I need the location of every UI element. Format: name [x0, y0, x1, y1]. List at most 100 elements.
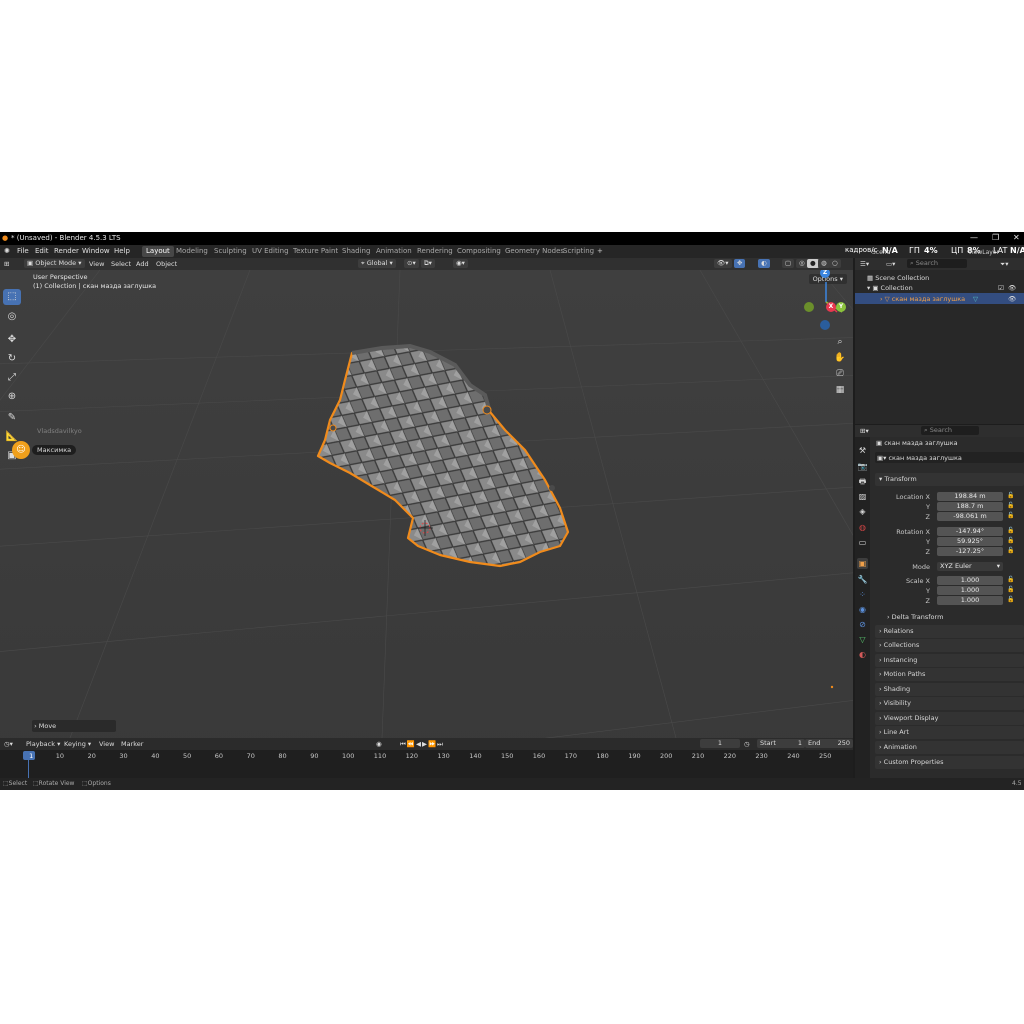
gizmo-neg-y-icon[interactable] — [804, 302, 814, 312]
pan-hand-icon[interactable]: ✋ — [834, 352, 846, 364]
section-viewport-display[interactable]: › Viewport Display — [875, 712, 1024, 725]
lock-rotation-x-icon[interactable]: 🔓 — [1007, 527, 1014, 534]
lock-scale-z-icon[interactable]: 🔓 — [1007, 596, 1014, 603]
section-shading[interactable]: › Shading — [875, 683, 1024, 696]
preview-range-icon[interactable]: ◷ — [744, 740, 750, 748]
outliner-filter-icon[interactable]: ▭▾ — [886, 260, 895, 268]
scale-z-field[interactable]: 1.000 — [937, 596, 1003, 605]
camera-view-icon[interactable]: ⎚ — [834, 368, 846, 380]
lock-scale-y-icon[interactable]: 🔓 — [1007, 586, 1014, 593]
view-layer-selector[interactable]: ViewLayer — [968, 249, 999, 256]
last-operator-panel[interactable]: › Move — [32, 720, 116, 732]
delta-transform-subpanel[interactable]: › Delta Transform — [887, 613, 943, 621]
3d-viewport[interactable]: User Perspective (1) Collection | скан м… — [0, 270, 853, 770]
auto-key-icon[interactable]: ◉ — [376, 740, 382, 748]
menu-select[interactable]: Select — [111, 260, 131, 268]
gizmo-toggle-icon[interactable]: ✥ — [734, 259, 746, 268]
outliner-search-input[interactable]: ⌕ Search — [907, 259, 967, 268]
physics-tab-icon[interactable]: ◉ — [857, 604, 868, 615]
lock-rotation-y-icon[interactable]: 🔓 — [1007, 537, 1014, 544]
tab-shading[interactable]: Shading — [342, 247, 370, 255]
annotate-tool-icon[interactable]: ✎ — [3, 410, 21, 426]
menu-render[interactable]: Render — [54, 247, 79, 255]
tab-sculpting[interactable]: Sculpting — [214, 247, 247, 255]
lock-rotation-z-icon[interactable]: 🔓 — [1007, 547, 1014, 554]
scale-y-field[interactable]: 1.000 — [937, 586, 1003, 595]
menu-playback[interactable]: Playback ▾ — [26, 740, 60, 748]
object-name-field[interactable]: ▣▾ скан мазда заглушка — [875, 452, 1024, 463]
collection-checkbox-icon[interactable]: ☑ — [998, 284, 1004, 292]
section-custom-properties[interactable]: › Custom Properties — [875, 756, 1024, 769]
menu-timeline-view[interactable]: View — [99, 740, 114, 748]
gizmo-neg-z-icon[interactable] — [820, 320, 830, 330]
tab-layout[interactable]: Layout — [142, 246, 174, 257]
proportional-edit-icon[interactable]: ◉▾ — [453, 259, 468, 268]
tab-animation[interactable]: Animation — [376, 247, 412, 255]
select-box-tool-icon[interactable]: ⬚ — [3, 289, 21, 305]
modifier-tab-icon[interactable]: 🔧 — [857, 574, 868, 585]
section-animation[interactable]: › Animation — [875, 741, 1024, 754]
transform-orientation-select[interactable]: ⌖ Global ▾ — [358, 259, 396, 268]
transform-tool-icon[interactable]: ⊕ — [3, 389, 21, 405]
rotation-x-field[interactable]: -147.94° — [937, 527, 1003, 536]
current-frame-field[interactable]: 1 — [700, 739, 740, 748]
pivot-icon[interactable]: ⊙▾ — [404, 259, 419, 268]
location-z-field[interactable]: -98.061 m — [937, 512, 1003, 521]
menu-keying[interactable]: Keying ▾ — [64, 740, 91, 748]
menu-edit[interactable]: Edit — [35, 247, 49, 255]
editor-type-icon[interactable]: ⊞ — [4, 260, 9, 268]
rotation-y-field[interactable]: 59.925° — [937, 537, 1003, 546]
outliner-scene-collection[interactable]: ▦ Scene Collection — [867, 274, 929, 282]
gizmo-y-icon[interactable]: Y — [836, 302, 846, 312]
rotate-tool-icon[interactable]: ↻ — [3, 351, 21, 367]
lock-scale-x-icon[interactable]: 🔓 — [1007, 576, 1014, 583]
outliner-editor-icon[interactable]: ☰▾ — [860, 260, 869, 268]
lock-location-z-icon[interactable]: 🔓 — [1007, 512, 1014, 519]
menu-add[interactable]: Add — [136, 260, 149, 268]
outliner-object[interactable]: › ▽ скан мазда заглушка — [880, 295, 965, 303]
object-eye-icon[interactable]: 👁 — [1008, 295, 1016, 303]
tab-scripting[interactable]: Scripting — [563, 247, 594, 255]
properties-search-input[interactable]: ⌕ Search — [921, 426, 979, 435]
world-tab-icon[interactable]: ◍ — [857, 522, 868, 533]
menu-file[interactable]: File — [17, 247, 29, 255]
zoom-icon[interactable]: ⌕ — [834, 336, 846, 348]
view-layer-tab-icon[interactable]: ▨ — [857, 491, 868, 502]
overlay-toggle-icon[interactable]: ◐ — [758, 259, 770, 268]
scale-x-field[interactable]: 1.000 — [937, 576, 1003, 585]
shading-solid-icon[interactable]: ● — [807, 259, 819, 268]
menu-marker[interactable]: Marker — [121, 740, 143, 748]
tab-compositing[interactable]: Compositing — [457, 247, 501, 255]
menu-window[interactable]: Window — [82, 247, 110, 255]
section-relations[interactable]: › Relations — [875, 625, 1024, 638]
timeline-editor-icon[interactable]: ◷▾ — [4, 740, 13, 748]
start-frame-field[interactable]: Start 1 — [757, 739, 805, 748]
add-workspace-icon[interactable]: + — [597, 247, 603, 255]
constraints-tab-icon[interactable]: ⊘ — [857, 619, 868, 630]
tab-texture-paint[interactable]: Texture Paint — [293, 247, 338, 255]
tab-rendering[interactable]: Rendering — [417, 247, 453, 255]
mesh-object[interactable] — [0, 270, 853, 770]
tab-uv-editing[interactable]: UV Editing — [252, 247, 289, 255]
scale-tool-icon[interactable]: ⤢ — [3, 370, 21, 386]
collection-tab-icon[interactable]: ▭ — [857, 537, 868, 548]
location-y-field[interactable]: 188.7 m — [937, 502, 1003, 511]
tab-modeling[interactable]: Modeling — [176, 247, 208, 255]
snap-icon[interactable]: ⧉▾ — [421, 259, 435, 268]
outliner-collection[interactable]: ▾ ▣ Collection — [867, 284, 913, 292]
menu-object[interactable]: Object — [156, 260, 177, 268]
object-tab-icon[interactable]: ▣ — [857, 558, 868, 569]
shading-rendered-icon[interactable]: ○ — [829, 259, 841, 268]
data-tab-icon[interactable]: ▽ — [857, 634, 868, 645]
move-tool-icon[interactable]: ✥ — [3, 332, 21, 348]
lock-location-x-icon[interactable]: 🔓 — [1007, 492, 1014, 499]
render-tab-icon[interactable]: 📷 — [857, 461, 868, 472]
rotation-z-field[interactable]: -127.25° — [937, 547, 1003, 556]
visibility-icon[interactable]: 👁▾ — [714, 259, 732, 268]
transform-panel-header[interactable]: ▾ Transform — [875, 473, 1024, 486]
properties-editor-icon[interactable]: ⊞▾ — [860, 427, 869, 435]
blender-menu-icon[interactable]: ✺ — [4, 247, 10, 255]
tool-tab-icon[interactable]: ⚒ — [857, 445, 868, 456]
scene-selector[interactable]: Scene — [872, 249, 890, 256]
gizmo-x-icon[interactable]: X — [826, 302, 836, 312]
